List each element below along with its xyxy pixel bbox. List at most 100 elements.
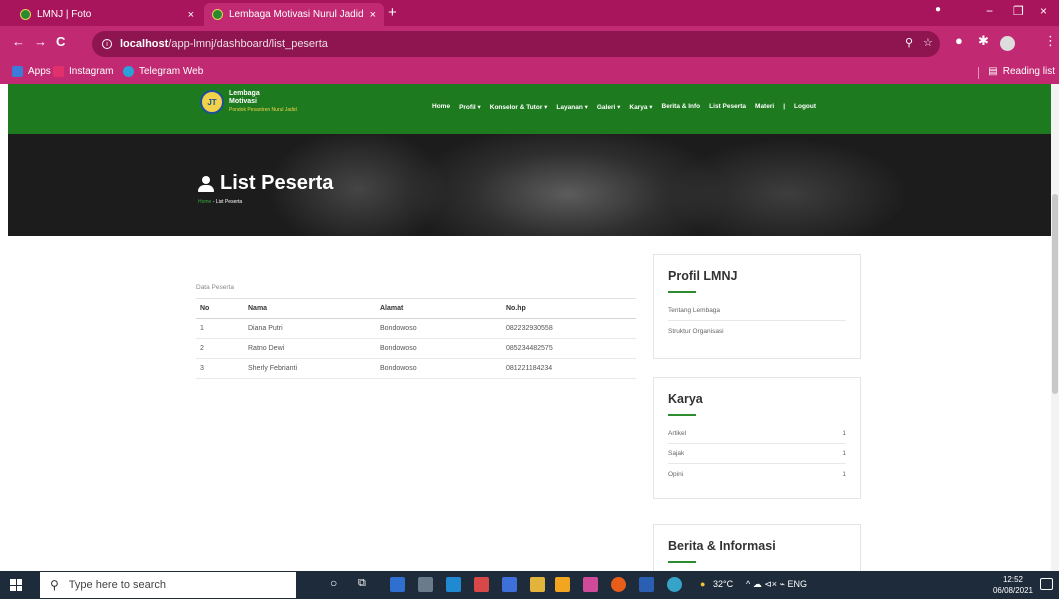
favicon-icon <box>212 9 223 20</box>
cell-no: 2 <box>196 338 244 359</box>
link-opini[interactable]: Opini 1 <box>668 464 846 484</box>
taskbar-clock[interactable]: 12:52 06/08/2021 <box>993 574 1033 596</box>
link-label: Sajak <box>668 450 685 457</box>
widget-profil-lmnj: Profil LMNJ Tentang Lembaga Struktur Org… <box>653 254 861 359</box>
link-artikel[interactable]: Artikel 1 <box>668 424 846 444</box>
scroll-thumb[interactable] <box>1052 194 1058 394</box>
extensions-puzzle-icon[interactable]: ✱ <box>978 33 989 49</box>
bookmark-star-icon[interactable]: ☆ <box>923 36 933 49</box>
count-badge: 1 <box>842 470 846 478</box>
link-sajak[interactable]: Sajak 1 <box>668 444 846 464</box>
zoom-icon[interactable]: ⚲ <box>905 36 913 49</box>
link-tentang-lembaga[interactable]: Tentang Lembaga <box>668 301 846 321</box>
search-placeholder: Type here to search <box>68 579 167 591</box>
breadcrumb-home[interactable]: Home <box>198 199 211 205</box>
menu-galeri[interactable]: Galeri ▾ <box>597 103 621 111</box>
notification-icon[interactable] <box>1040 578 1053 590</box>
url-path: /app-lmnj/dashboard/list_peserta <box>168 38 328 50</box>
maximize-button[interactable]: ❐ <box>1013 4 1024 18</box>
menu-layanan[interactable]: Layanan ▾ <box>556 103 587 111</box>
extension-icon[interactable]: ● <box>955 33 963 48</box>
task-view-icon[interactable]: ⧉ <box>358 577 366 590</box>
bookmarks-bar: Apps Instagram Telegram Web ▤ Reading li… <box>0 62 1059 84</box>
menu-list-peserta[interactable]: List Peserta <box>709 103 746 111</box>
user-icon <box>198 175 214 192</box>
col-no: No <box>196 298 244 319</box>
tab-lmnj-foto[interactable]: LMNJ | Foto × <box>12 3 202 26</box>
tab-close-icon[interactable]: × <box>370 9 376 21</box>
bookmark-label: Telegram Web <box>139 66 204 77</box>
forward-button[interactable]: → <box>34 34 47 49</box>
menu-karya[interactable]: Karya ▾ <box>629 103 652 111</box>
link-struktur-organisasi[interactable]: Struktur Organisasi <box>668 321 846 341</box>
count-badge: 1 <box>842 450 846 457</box>
vscode-icon[interactable] <box>446 577 461 592</box>
logo-emblem-icon: JT <box>200 90 224 114</box>
reading-list-button[interactable]: ▤ Reading list <box>978 66 1055 79</box>
new-tab-button[interactable]: + <box>388 4 397 22</box>
widget-title: Berita & Informasi <box>668 539 776 553</box>
windows-start-icon[interactable] <box>10 579 22 591</box>
page-title-text: List Peserta <box>220 172 334 194</box>
app-icon[interactable] <box>667 577 682 592</box>
app-icon[interactable] <box>474 577 489 592</box>
menu-profil[interactable]: Profil ▾ <box>459 103 481 111</box>
reading-list-icon: ▤ <box>988 66 998 77</box>
profile-dot-icon[interactable]: ● <box>935 4 941 15</box>
app-icon[interactable] <box>583 577 598 592</box>
cell-no: 3 <box>196 358 244 379</box>
cell-alamat: Bondowoso <box>376 338 502 359</box>
menu-home[interactable]: Home <box>432 103 450 111</box>
camera-app-icon[interactable] <box>418 577 433 592</box>
word-icon[interactable] <box>639 577 654 592</box>
col-nama: Nama <box>244 298 376 319</box>
table-row: 3 Sherly Febrianti Bondowoso 08122118423… <box>196 358 636 379</box>
system-tray[interactable]: ^ ☁ ⊲× ⌁ ENG <box>746 579 807 590</box>
app-icon[interactable] <box>390 577 405 592</box>
weather-temp[interactable]: 32°C <box>713 579 733 589</box>
back-button[interactable]: ← <box>12 34 25 49</box>
menu-konselor-tutor[interactable]: Konselor & Tutor ▾ <box>490 103 548 111</box>
telegram-icon <box>123 66 134 77</box>
close-window-button[interactable]: × <box>1040 4 1047 18</box>
info-icon[interactable]: i <box>102 39 112 49</box>
app-icon[interactable] <box>555 577 570 592</box>
weather-icon[interactable]: ● <box>700 579 705 589</box>
minimize-button[interactable]: − <box>986 4 993 18</box>
tab-strip: LMNJ | Foto × Lembaga Motivasi Nurul Jad… <box>0 0 1059 26</box>
chrome-icon[interactable] <box>611 577 626 592</box>
breadcrumb-current: - List Peserta <box>211 199 243 205</box>
tab-title: LMNJ | Foto <box>37 9 92 20</box>
menu-logout[interactable]: Logout <box>794 103 816 111</box>
taskbar-search[interactable]: ⚲ Type here to search <box>40 572 296 598</box>
site-logo[interactable]: JT Lembaga Motivasi Pondok Pesantren Nur… <box>200 90 297 114</box>
link-label: Struktur Organisasi <box>668 327 724 335</box>
bookmark-apps[interactable]: Apps <box>12 66 51 77</box>
search-icon: ⚲ <box>50 578 59 592</box>
page-title: List Peserta <box>198 172 333 195</box>
url-host: localhost <box>120 38 169 50</box>
cell-no: 1 <box>196 318 244 339</box>
cell-nohp: 082232930558 <box>502 318 636 339</box>
app-icon[interactable] <box>502 577 517 592</box>
address-bar[interactable]: i localhost/app-lmnj/dashboard/list_pese… <box>92 31 940 57</box>
col-nohp: No.hp <box>502 298 636 319</box>
menu-berita-info[interactable]: Berita & Info <box>662 103 701 111</box>
link-label: Artikel <box>668 430 687 437</box>
menu-materi[interactable]: Materi <box>755 103 774 111</box>
tab-close-icon[interactable]: × <box>188 9 194 21</box>
menu-kebab-icon[interactable]: ⋮ <box>1044 33 1057 49</box>
breadcrumb: Home - List Peserta <box>198 199 242 205</box>
page-scrollbar[interactable] <box>1051 84 1059 571</box>
widget-title: Karya <box>668 392 703 406</box>
browser-toolbar: ← → C i localhost/app-lmnj/dashboard/lis… <box>0 26 1059 62</box>
bookmark-telegram[interactable]: Telegram Web <box>123 66 203 77</box>
cortana-icon[interactable]: ○ <box>330 576 337 590</box>
bookmark-instagram[interactable]: Instagram <box>53 66 113 77</box>
reload-button[interactable]: C <box>56 34 65 49</box>
file-explorer-icon[interactable] <box>530 577 545 592</box>
logo-text: Lembaga Motivasi Pondok Pesantren Nurul … <box>229 90 297 114</box>
tab-lembaga-motivasi[interactable]: Lembaga Motivasi Nurul Jadid × <box>204 3 384 26</box>
logo-line-1: Lembaga <box>229 90 260 97</box>
profile-avatar[interactable] <box>1000 36 1015 51</box>
